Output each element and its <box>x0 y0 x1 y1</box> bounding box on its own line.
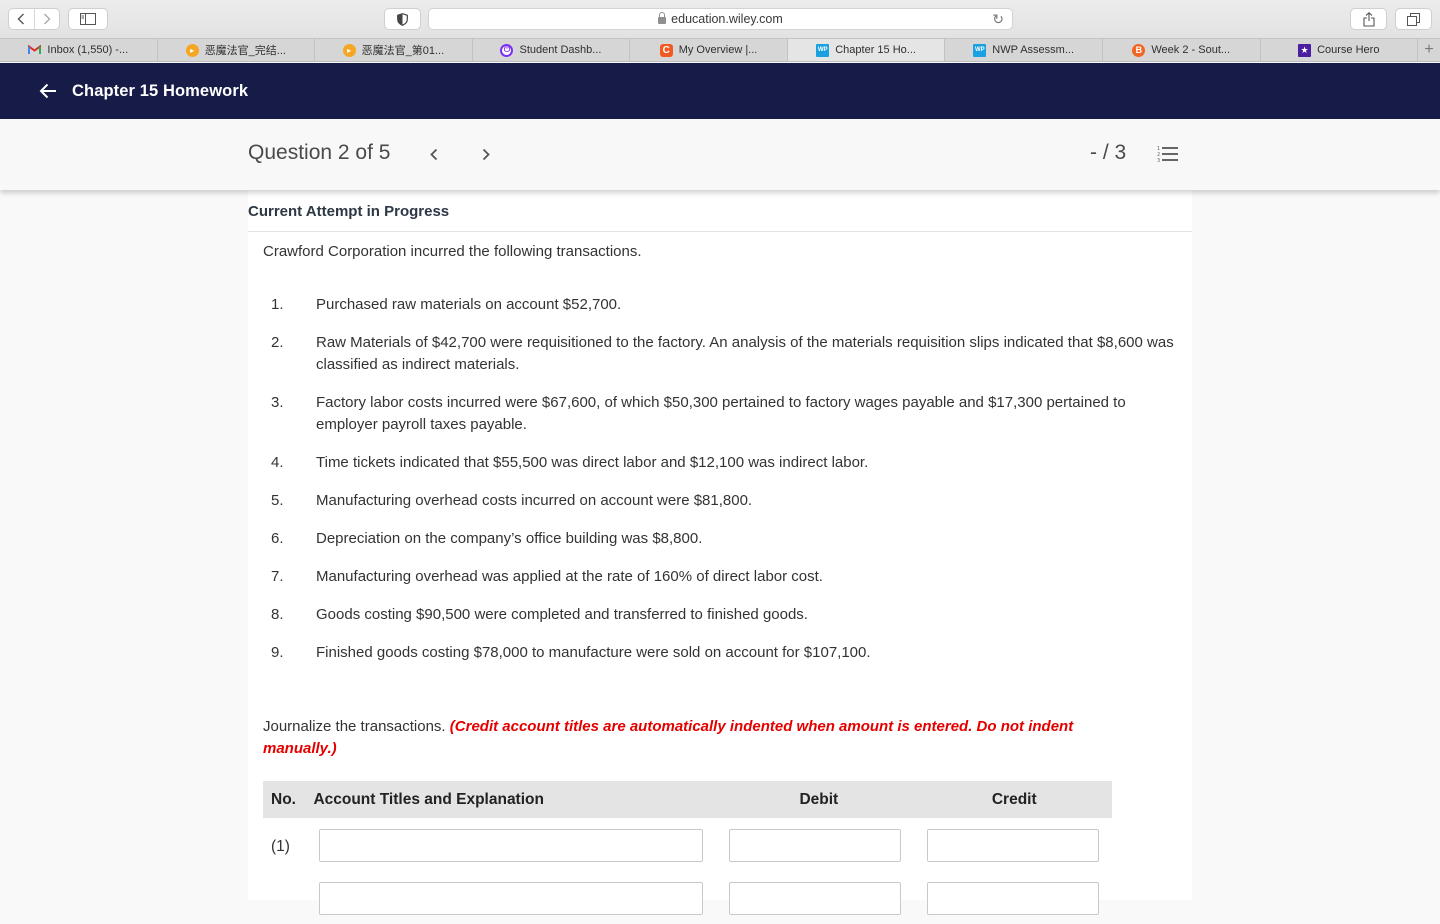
browser-tab[interactable]: ⏻ Student Dashb... <box>473 39 631 61</box>
b-logo-icon: B <box>1132 43 1146 57</box>
transaction-item: 6. Depreciation on the company’s office b… <box>271 530 703 547</box>
c-logo-icon: C <box>659 43 673 57</box>
privacy-report-button[interactable] <box>384 8 421 30</box>
plus-icon: + <box>1424 41 1434 58</box>
instruction-text: Journalize the transactions. <box>263 718 446 735</box>
browser-tab-active[interactable]: WP Chapter 15 Ho... <box>787 39 946 61</box>
transaction-item: 2. Raw Materials of $42,700 were requisit… <box>271 334 1174 373</box>
tab-strip: Inbox (1,550) -... ▸ 恶魔法官_完结... ▸ 恶魔法官_第… <box>0 38 1440 62</box>
credit-input[interactable] <box>927 882 1099 915</box>
browser-tab[interactable]: WP NWP Assessm... <box>945 39 1103 61</box>
question-intro: Crawford Corporation incurred the follow… <box>263 243 642 260</box>
journal-row: (1) <box>263 818 1112 871</box>
transaction-item: 1. Purchased raw materials on account $52… <box>271 296 622 313</box>
address-bar[interactable]: education.wiley.com ↻ <box>428 8 1013 30</box>
play-circle-icon: ▸ <box>342 43 356 57</box>
arrow-left-icon <box>39 83 56 99</box>
chevron-left-icon <box>430 148 438 160</box>
header-credit: Credit <box>991 790 1037 808</box>
browser-tab[interactable]: ★ Course Hero <box>1261 39 1419 61</box>
account-title-input[interactable] <box>319 829 703 862</box>
debit-input[interactable] <box>729 829 901 862</box>
header-debit: Debit <box>799 790 839 808</box>
wp-logo-icon: WP <box>973 43 987 57</box>
chevron-right-icon <box>43 13 51 25</box>
url-text: education.wiley.com <box>671 12 783 26</box>
journal-instructions: Journalize the transactions. (Credit acc… <box>263 716 1123 760</box>
new-tab-button[interactable]: + <box>1418 39 1440 61</box>
transaction-item: 5. Manufacturing overhead costs incurred … <box>271 492 753 509</box>
browser-tab[interactable]: ▸ 恶魔法官_完结... <box>158 39 316 61</box>
question-nav-bar: Question 2 of 5 - / 3 1 2 3 <box>0 119 1440 190</box>
question-counter: Question 2 of 5 <box>248 141 391 164</box>
sidebar-toggle-button[interactable] <box>68 8 108 30</box>
journal-row <box>263 871 1112 924</box>
account-title-input[interactable] <box>319 882 703 915</box>
journal-entry-table: No. Account Titles and Explanation Debit… <box>263 781 1112 924</box>
svg-text:3: 3 <box>1157 158 1160 163</box>
transaction-item: 4. Time tickets indicated that $55,500 wa… <box>271 454 869 471</box>
previous-question-button[interactable] <box>424 143 444 165</box>
header-account-titles: Account Titles and Explanation <box>313 790 544 808</box>
journal-table-header: No. Account Titles and Explanation Debit… <box>263 781 1112 818</box>
chevron-left-icon <box>17 13 25 25</box>
gmail-icon <box>28 44 42 57</box>
divider <box>248 231 1192 232</box>
next-question-button[interactable] <box>476 143 496 165</box>
share-button[interactable] <box>1350 8 1387 30</box>
transaction-item: 3. Factory labor costs incurred were $67,… <box>271 394 1126 433</box>
transaction-list: 1. Purchased raw materials on account $52… <box>263 294 1178 680</box>
app-header: Chapter 15 Homework <box>0 63 1440 119</box>
entry-number: (1) <box>271 838 290 855</box>
sidebar-icon <box>80 13 96 25</box>
star-badge-icon: ★ <box>1298 43 1312 57</box>
reload-icon[interactable]: ↻ <box>992 11 1004 28</box>
browser-tab[interactable]: C My Overview |... <box>630 39 788 61</box>
question-score: - / 3 <box>1090 141 1127 164</box>
attempt-status: Current Attempt in Progress <box>248 203 450 220</box>
lock-icon <box>658 11 667 24</box>
share-icon <box>1362 11 1375 27</box>
chevron-right-icon <box>482 148 490 160</box>
play-circle-icon: ▸ <box>185 43 199 57</box>
forward-button[interactable] <box>33 9 60 29</box>
header-no: No. <box>271 790 296 808</box>
back-to-assignment-button[interactable] <box>38 81 58 101</box>
tabs-overview-icon <box>1407 12 1420 26</box>
browser-tab[interactable]: B Week 2 - Sout... <box>1103 39 1261 61</box>
power-icon: ⏻ <box>500 43 514 57</box>
question-list-button[interactable]: 1 2 3 <box>1157 145 1179 164</box>
browser-tab[interactable]: ▸ 恶魔法官_第01... <box>315 39 473 61</box>
tab-overview-button[interactable] <box>1395 8 1432 30</box>
browser-toolbar: education.wiley.com ↻ <box>0 0 1440 38</box>
credit-input[interactable] <box>927 829 1099 862</box>
history-nav <box>8 8 60 30</box>
browser-tab[interactable]: Inbox (1,550) -... <box>0 39 158 61</box>
assignment-title: Chapter 15 Homework <box>72 81 249 100</box>
wp-logo-icon: WP <box>816 43 830 57</box>
shield-icon <box>397 12 408 26</box>
numbered-list-icon: 1 2 3 <box>1157 146 1178 164</box>
debit-input[interactable] <box>729 882 901 915</box>
back-button[interactable] <box>9 9 34 29</box>
transaction-item: 8. Goods costing $90,500 were completed a… <box>271 606 808 623</box>
question-card: Current Attempt in Progress Crawford Cor… <box>248 190 1192 915</box>
transaction-item: 7. Manufacturing overhead was applied at … <box>271 568 823 585</box>
transaction-item: 9. Finished goods costing $78,000 to manu… <box>271 644 871 661</box>
